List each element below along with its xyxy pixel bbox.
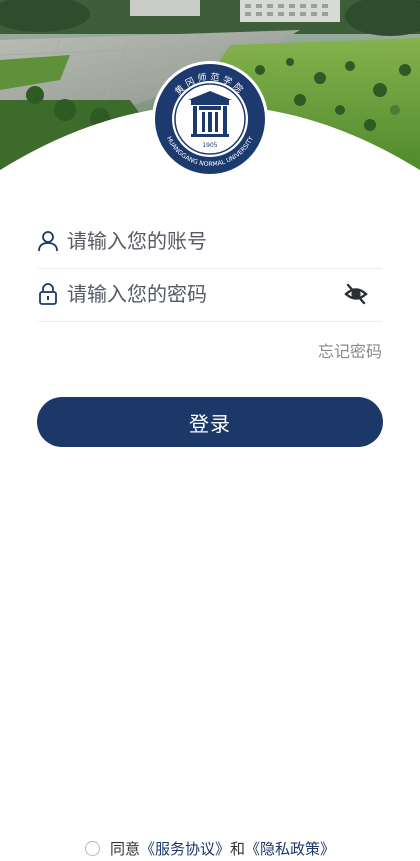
agreement-row: 同意 《服务协议》 和 《隐私政策》 bbox=[0, 838, 420, 859]
privacy-policy-link[interactable]: 《隐私政策》 bbox=[245, 838, 335, 859]
login-page: 1905 黄冈师范学院 HUANGGANG NORMAL UNIVERSITY bbox=[0, 0, 420, 861]
agreement-checkbox[interactable] bbox=[84, 841, 100, 856]
forgot-password-link[interactable]: 忘记密码 bbox=[318, 338, 382, 362]
service-agreement-link[interactable]: 《服务协议》 bbox=[140, 838, 230, 859]
emblem-year: 1905 bbox=[202, 142, 217, 149]
account-input[interactable] bbox=[67, 226, 382, 256]
password-field-row bbox=[37, 267, 382, 322]
password-input[interactable] bbox=[67, 279, 342, 309]
lock-icon bbox=[37, 282, 59, 306]
user-icon bbox=[37, 229, 59, 253]
agreement-and: 和 bbox=[230, 840, 246, 858]
eye-off-icon[interactable] bbox=[342, 280, 370, 308]
account-field-row bbox=[37, 214, 382, 269]
agreement-prefix: 同意 bbox=[109, 840, 140, 858]
login-button[interactable]: 登录 bbox=[37, 397, 383, 447]
university-emblem: 1905 黄冈师范学院 HUANGGANG NORMAL UNIVERSITY bbox=[151, 60, 269, 178]
